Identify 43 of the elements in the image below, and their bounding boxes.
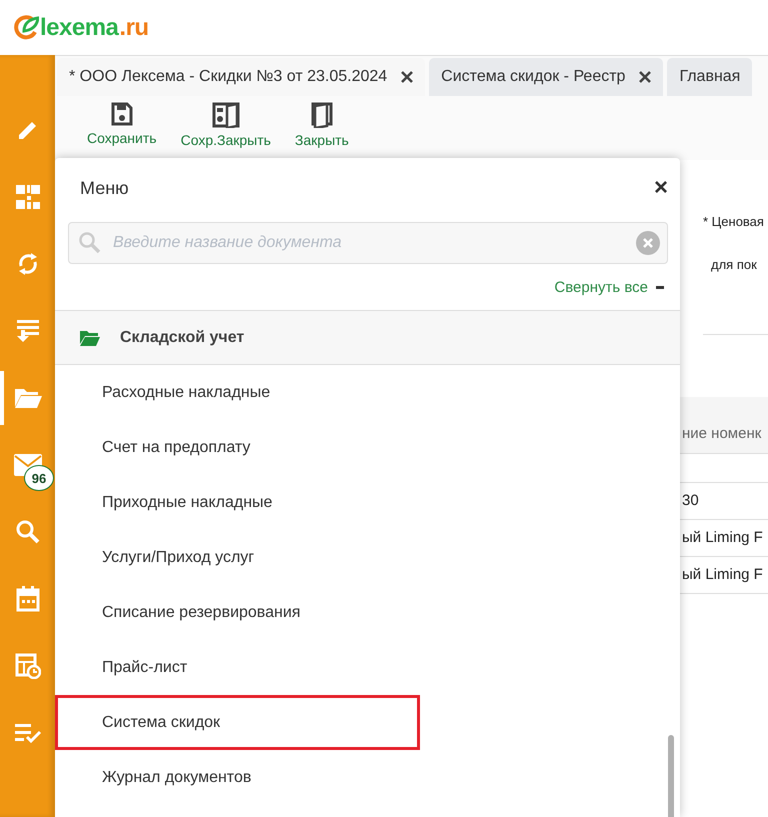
menu-item[interactable]: Приходные накладные: [55, 475, 420, 530]
folder-icon: [14, 386, 42, 410]
menu-group[interactable]: Складской учет: [55, 310, 680, 365]
document-tab[interactable]: Главная: [667, 58, 752, 96]
search-icon: [16, 520, 40, 544]
logo: lexema.ru: [13, 14, 149, 42]
scrollbar[interactable]: [668, 735, 674, 817]
search-input[interactable]: Введите название документа: [111, 233, 626, 253]
close-icon[interactable]: [401, 71, 414, 83]
qr-code-icon: [14, 184, 40, 210]
checklist-icon: [14, 722, 42, 744]
menu-item[interactable]: Расходные накладные: [55, 365, 420, 420]
document-tab[interactable]: Система скидок - Реестр: [429, 58, 664, 96]
close-button[interactable]: ×: [654, 176, 668, 200]
logo-icon: [13, 14, 39, 40]
field-label: для пок: [710, 257, 758, 272]
table-clock-icon: [14, 653, 40, 679]
menu-item[interactable]: Журнал документов: [55, 750, 420, 805]
clear-icon[interactable]: [636, 231, 660, 255]
toolbar-button[interactable]: Сохр.Закрыть: [180, 102, 271, 160]
door-icon: [310, 102, 333, 128]
calendar-icon: [16, 586, 40, 612]
open-folder-icon: [80, 330, 100, 346]
collapse-all-link[interactable]: Свернуть все: [554, 278, 664, 296]
search-icon: [79, 232, 101, 254]
column-header: ние номенк: [680, 397, 768, 454]
download-list-icon: [14, 318, 40, 344]
menu-item[interactable]: Прайс-лист: [55, 640, 420, 695]
tab-title: * ООО Лексема - Скидки №3 от 23.05.2024: [69, 68, 388, 86]
menu-item[interactable]: Счет на предоплату: [55, 420, 420, 475]
menu-title: Меню: [80, 178, 129, 198]
tab-title: Система скидок - Реестр: [441, 68, 626, 86]
toolbar-button[interactable]: Сохранить: [87, 102, 157, 160]
unread-count-badge: 96: [24, 465, 54, 491]
toolbar-button[interactable]: Закрыть: [294, 102, 349, 160]
search-field[interactable]: Введите название документа: [68, 222, 668, 264]
close-icon[interactable]: [639, 71, 652, 83]
sidebar-button[interactable]: 96: [0, 438, 55, 492]
menu-item[interactable]: Система скидок: [55, 695, 420, 750]
menu-item[interactable]: Услуги/Приход услуг: [55, 530, 420, 585]
field-label: * Ценовая: [703, 214, 765, 229]
menu-item[interactable]: Списание резервирования: [55, 585, 420, 640]
tab-title: Главная: [679, 68, 740, 86]
